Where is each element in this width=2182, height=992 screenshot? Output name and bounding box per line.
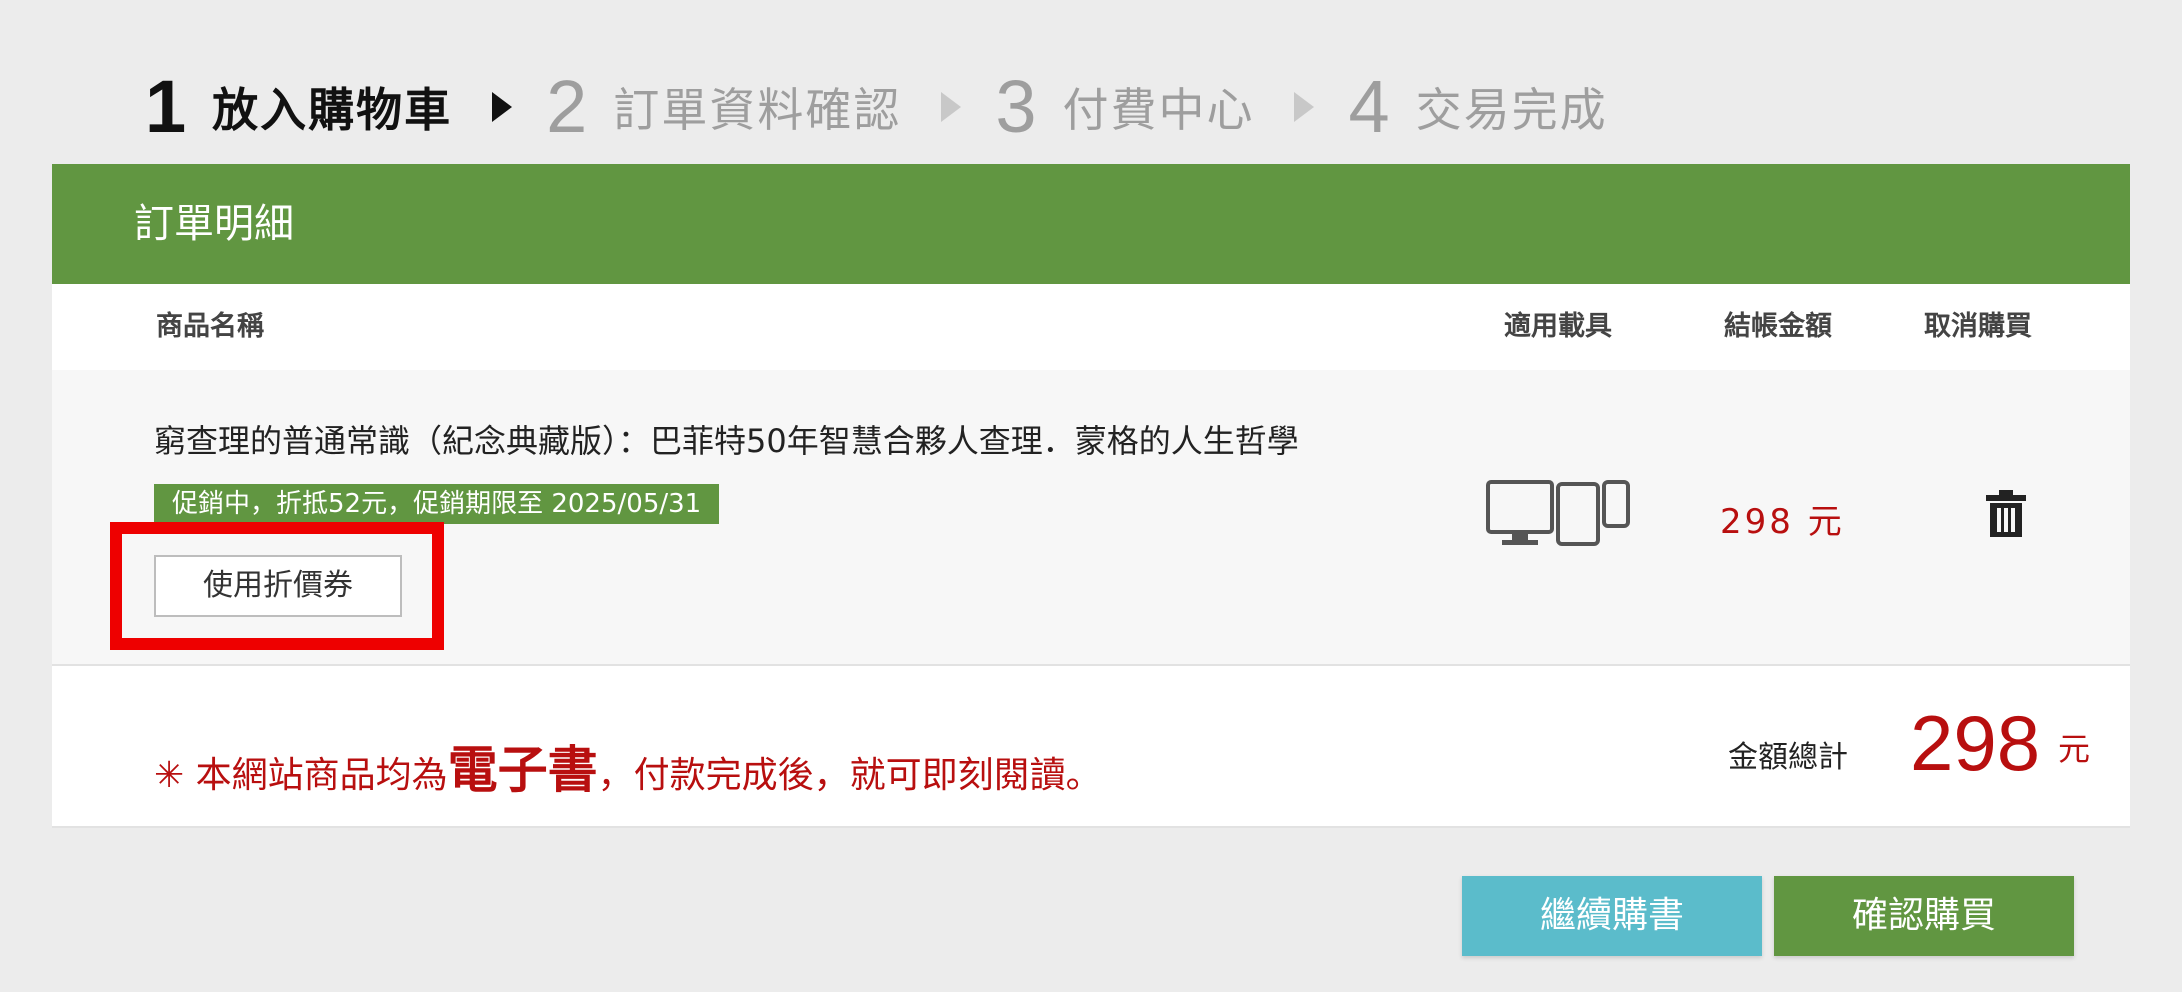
order-detail-title: 訂單明細	[134, 201, 294, 247]
order-detail-header: 訂單明細	[52, 164, 2130, 284]
continue-shopping-button[interactable]: 繼續購書	[1462, 876, 1762, 956]
product-title[interactable]: 窮查理的普通常識（紀念典藏版）：巴菲特50年智慧合夥人查理．蒙格的人生哲學	[154, 416, 1299, 462]
step-number: 2	[546, 65, 588, 148]
column-product-name: 商品名稱	[156, 311, 264, 342]
monitor-icon	[1486, 480, 1554, 534]
step-3: 3 付費中心	[995, 70, 1254, 144]
step-1: 1 放入購物車	[145, 70, 452, 144]
total-row: ✳ 本網站商品均為電子書，付款完成後，就可即刻閱讀。 金額總計 298 元	[52, 666, 2130, 828]
item-price: 298 元	[1720, 502, 1845, 542]
notice-emphasis: 電子書	[447, 741, 598, 799]
step-number: 4	[1348, 65, 1390, 148]
promo-badge: 促銷中，折抵52元，促銷期限至 2025/05/31	[154, 484, 720, 524]
step-label: 訂單資料確認	[613, 83, 902, 137]
step-arrow-icon	[1294, 92, 1315, 122]
trash-icon[interactable]	[1984, 490, 2028, 538]
confirm-purchase-button[interactable]: 確認購買	[1774, 876, 2074, 956]
step-2: 2 訂單資料確認	[546, 70, 901, 144]
use-coupon-button[interactable]: 使用折價券	[154, 555, 402, 617]
total-amount: 298	[1910, 699, 2041, 787]
ebook-notice: ✳ 本網站商品均為電子書，付款完成後，就可即刻閱讀。	[154, 730, 1102, 802]
notice-suffix: ，付款完成後，就可即刻閱讀。	[597, 755, 1102, 796]
total-currency: 元	[2058, 730, 2091, 768]
column-cancel: 取消購買	[1924, 311, 2032, 342]
monitor-stand-icon	[1512, 532, 1528, 540]
notice-prefix: ✳ 本網站商品均為	[154, 755, 448, 796]
device-icons	[1486, 480, 1630, 546]
total-label: 金額總計	[1728, 740, 1848, 775]
column-header-row: 商品名稱 適用載具 結帳金額 取消購買	[52, 284, 2130, 370]
tablet-icon	[1556, 482, 1600, 546]
step-arrow-icon	[492, 92, 513, 122]
step-label: 付費中心	[1062, 83, 1255, 137]
column-devices: 適用載具	[1504, 311, 1612, 342]
column-amount: 結帳金額	[1724, 311, 1832, 342]
phone-icon	[1602, 480, 1630, 528]
step-number: 3	[995, 65, 1037, 148]
checkout-steps: 1 放入購物車 2 訂單資料確認 3 付費中心 4 交易完成	[145, 62, 1608, 152]
step-4: 4 交易完成	[1348, 70, 1607, 144]
monitor-base-icon	[1502, 540, 1538, 545]
step-arrow-icon	[941, 92, 962, 122]
checkout-page: 1 放入購物車 2 訂單資料確認 3 付費中心 4 交易完成 訂單明細 商品名稱…	[0, 0, 2182, 992]
step-label: 放入購物車	[212, 83, 453, 137]
cart-item-row: 窮查理的普通常識（紀念典藏版）：巴菲特50年智慧合夥人查理．蒙格的人生哲學 促銷…	[52, 370, 2130, 666]
step-label: 交易完成	[1415, 83, 1608, 137]
step-number: 1	[145, 65, 187, 148]
